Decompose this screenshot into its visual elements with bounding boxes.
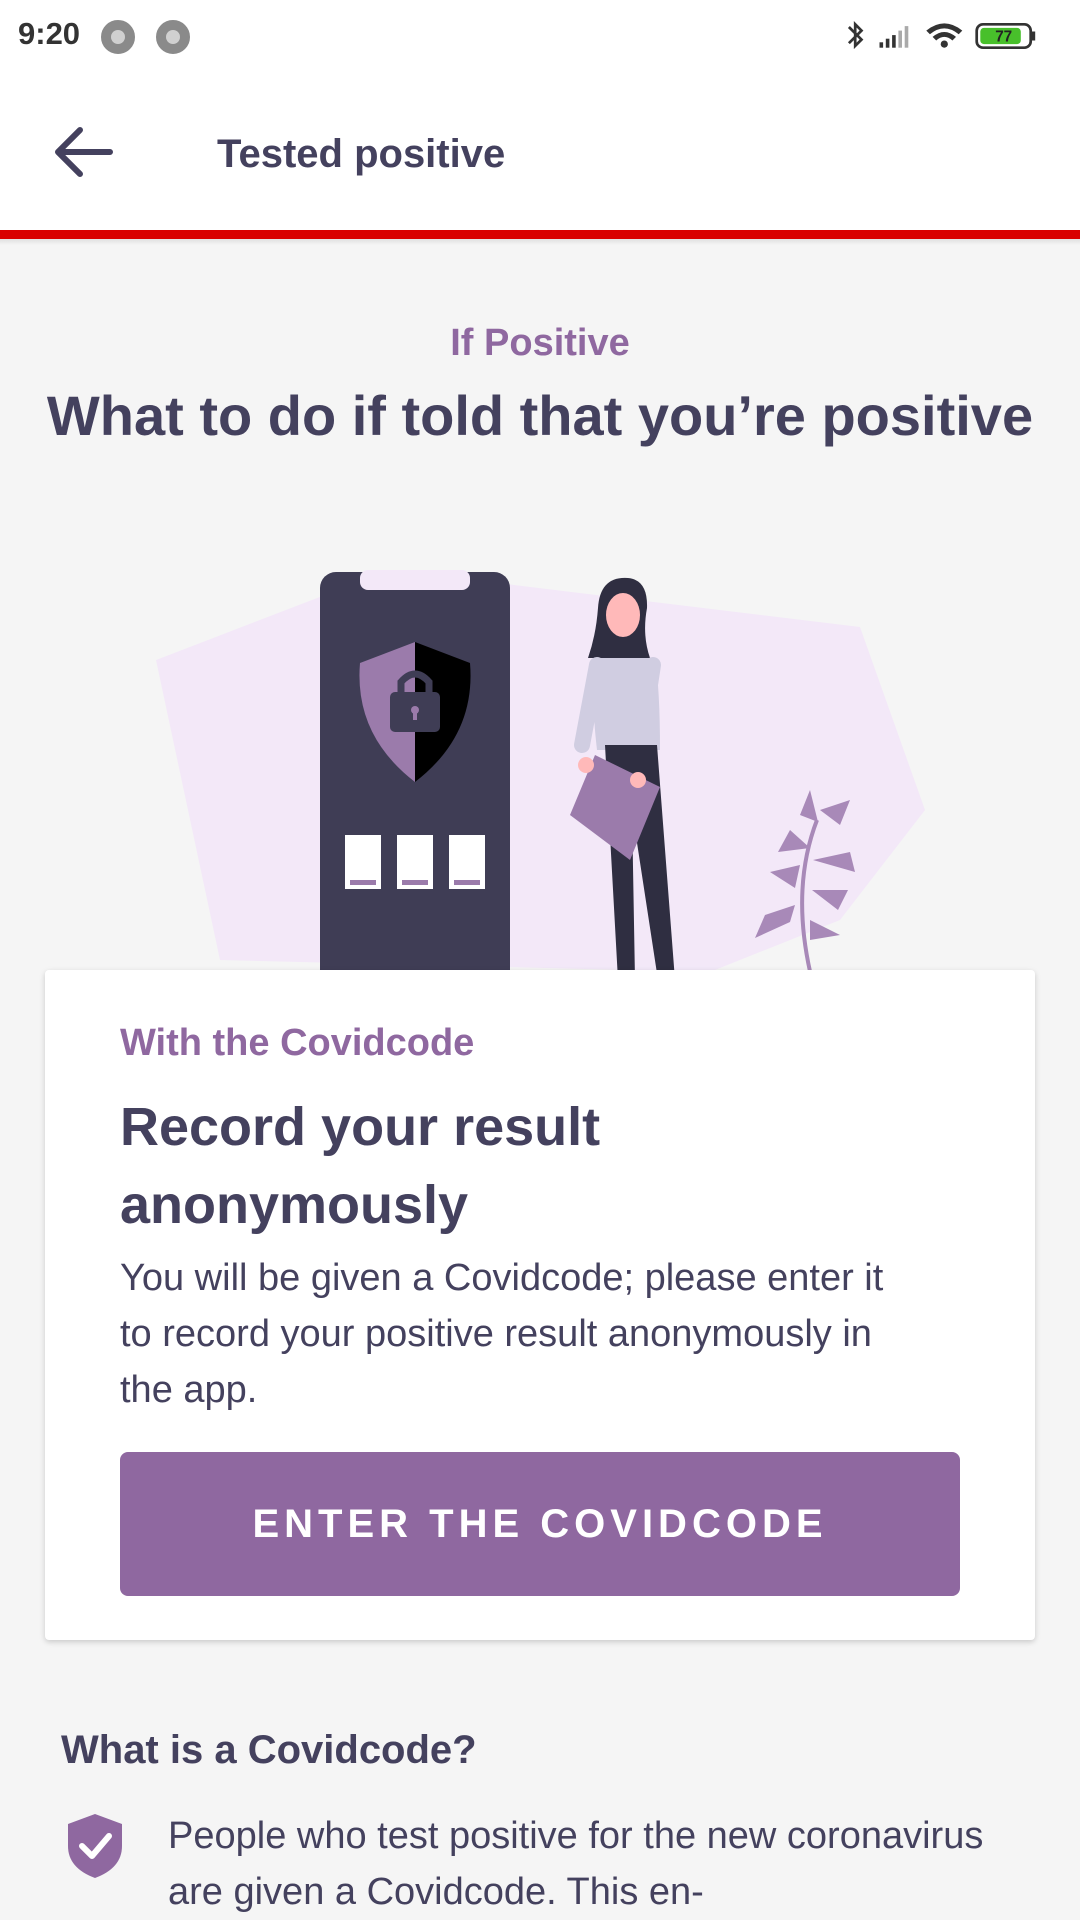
info-text: People who test positive for the new cor… bbox=[168, 1815, 984, 1913]
positive-illustration bbox=[156, 570, 925, 972]
section-title: What is a Covidcode? bbox=[61, 1728, 477, 1772]
notification-icon bbox=[101, 20, 135, 54]
app-bar: Tested positive bbox=[0, 72, 1080, 230]
signal-icon bbox=[879, 26, 909, 48]
card-label: With the Covidcode bbox=[120, 1022, 475, 1064]
covidcode-card: With the Covidcode Record your result an… bbox=[45, 970, 1035, 1640]
phone-illustration bbox=[320, 570, 510, 972]
section-eyebrow: If Positive bbox=[450, 322, 630, 364]
wifi-icon bbox=[926, 23, 963, 48]
card-body: You will be given a Covidcode; please en… bbox=[120, 1257, 884, 1411]
notification-icon bbox=[156, 20, 190, 54]
back-arrow-icon bbox=[55, 127, 113, 177]
battery-level: 77 bbox=[995, 28, 1012, 45]
bluetooth-icon bbox=[847, 21, 864, 50]
enter-covidcode-button[interactable]: ENTER THE COVIDCODE bbox=[120, 1452, 960, 1596]
code-digit-boxes bbox=[345, 835, 485, 889]
card-title: Record your result anonymously bbox=[120, 1097, 601, 1235]
accent-divider bbox=[0, 230, 1080, 239]
headline: What to do if told that you’re positive bbox=[46, 384, 1034, 447]
page-title: Tested positive bbox=[217, 132, 506, 176]
battery-icon: 77 bbox=[975, 22, 1036, 50]
status-bar: 9:20 77 bbox=[0, 0, 1080, 72]
app-bar-shadow bbox=[0, 239, 1080, 245]
back-button[interactable] bbox=[50, 122, 120, 182]
status-time: 9:20 bbox=[18, 16, 81, 51]
status-icons: 77 bbox=[847, 21, 1036, 50]
shield-check-icon bbox=[68, 1814, 122, 1878]
